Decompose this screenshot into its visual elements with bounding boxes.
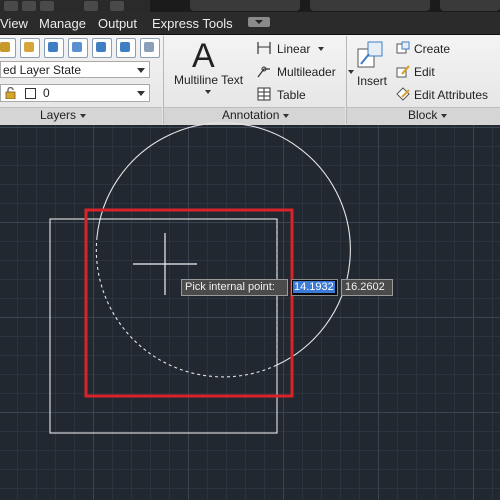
layer-tool-icon[interactable]: [116, 38, 136, 58]
annotation-panel-label: Annotation: [222, 108, 280, 122]
redo-icon[interactable]: [40, 1, 54, 11]
edit-attributes-label: Edit Attributes: [414, 88, 489, 102]
annotation-panel-title[interactable]: Annotation: [222, 108, 290, 122]
table-icon: [257, 87, 271, 101]
chevron-down-icon: [137, 91, 145, 96]
dynamic-input-prompt: Pick internal point:: [181, 279, 288, 296]
chevron-down-icon[interactable]: [205, 90, 211, 94]
layer-state-value: ed Layer State: [3, 63, 82, 77]
window-title-tab-2: [310, 0, 430, 11]
insert-block-icon[interactable]: [355, 40, 387, 70]
edit-block-icon: [396, 65, 410, 78]
layer-tool-icon[interactable]: [92, 38, 112, 58]
layer-tool-icon[interactable]: [140, 38, 160, 58]
edit-label: Edit: [414, 65, 435, 79]
insert-button[interactable]: Insert: [357, 74, 387, 88]
drawing-canvas[interactable]: [0, 125, 500, 500]
layer-tool-icon[interactable]: [20, 38, 40, 58]
block-panel-label: Block: [408, 108, 438, 122]
create-label: Create: [414, 42, 451, 56]
current-layer-name: 0: [43, 86, 50, 100]
coordinate-y-input[interactable]: 16.2602: [341, 279, 393, 296]
tab-output[interactable]: Output: [98, 16, 137, 31]
layers-panel-title[interactable]: Layers: [40, 108, 87, 122]
window-title-tab: [190, 0, 300, 11]
layer-tool-icon[interactable]: [68, 38, 88, 58]
ribbon-minimize-button[interactable]: [248, 17, 270, 27]
print-icon[interactable]: [84, 1, 98, 11]
tab-view[interactable]: View: [0, 16, 28, 31]
create-block-icon: [396, 41, 410, 54]
chevron-down-icon: [137, 68, 145, 73]
layer-state-dropdown[interactable]: ed Layer State: [0, 61, 150, 78]
chevron-down-icon: [80, 113, 87, 118]
tab-express-tools[interactable]: Express Tools: [152, 16, 233, 31]
layer-dropdown[interactable]: 0: [0, 84, 150, 102]
coordinate-x-input[interactable]: 14.1932: [291, 279, 338, 296]
chevron-down-icon: [283, 113, 290, 118]
title-bar: [0, 0, 500, 12]
lock-icon: [5, 87, 16, 99]
color-swatch-icon: [25, 88, 36, 99]
layers-panel-label: Layers: [40, 108, 77, 122]
chevron-down-icon: [441, 113, 448, 118]
chevron-down-icon: [318, 47, 324, 51]
undo-icon[interactable]: [4, 1, 18, 11]
linear-dimension-icon: [257, 42, 271, 54]
linear-label: Linear: [277, 42, 311, 56]
table-label: Table: [277, 88, 306, 102]
chevron-down-icon: [348, 70, 354, 74]
multileader-icon: [257, 66, 270, 78]
multiline-text-icon[interactable]: A: [192, 37, 215, 76]
quick-access-toolbar: [0, 0, 150, 12]
layer-tool-icon[interactable]: [0, 38, 16, 58]
customize-qat-icon[interactable]: [110, 1, 124, 11]
tab-manage[interactable]: Manage: [39, 16, 86, 31]
layer-tool-icon[interactable]: [44, 38, 64, 58]
block-panel-title[interactable]: Block: [408, 108, 448, 122]
window-title-tab-3: [440, 0, 500, 11]
edit-attributes-icon: [396, 87, 410, 101]
coordinate-x-value: 14.1932: [293, 281, 335, 293]
multiline-text-button[interactable]: Multiline Text: [174, 73, 243, 87]
multileader-label: Multileader: [277, 65, 336, 79]
undo-dropdown-icon[interactable]: [22, 1, 36, 11]
